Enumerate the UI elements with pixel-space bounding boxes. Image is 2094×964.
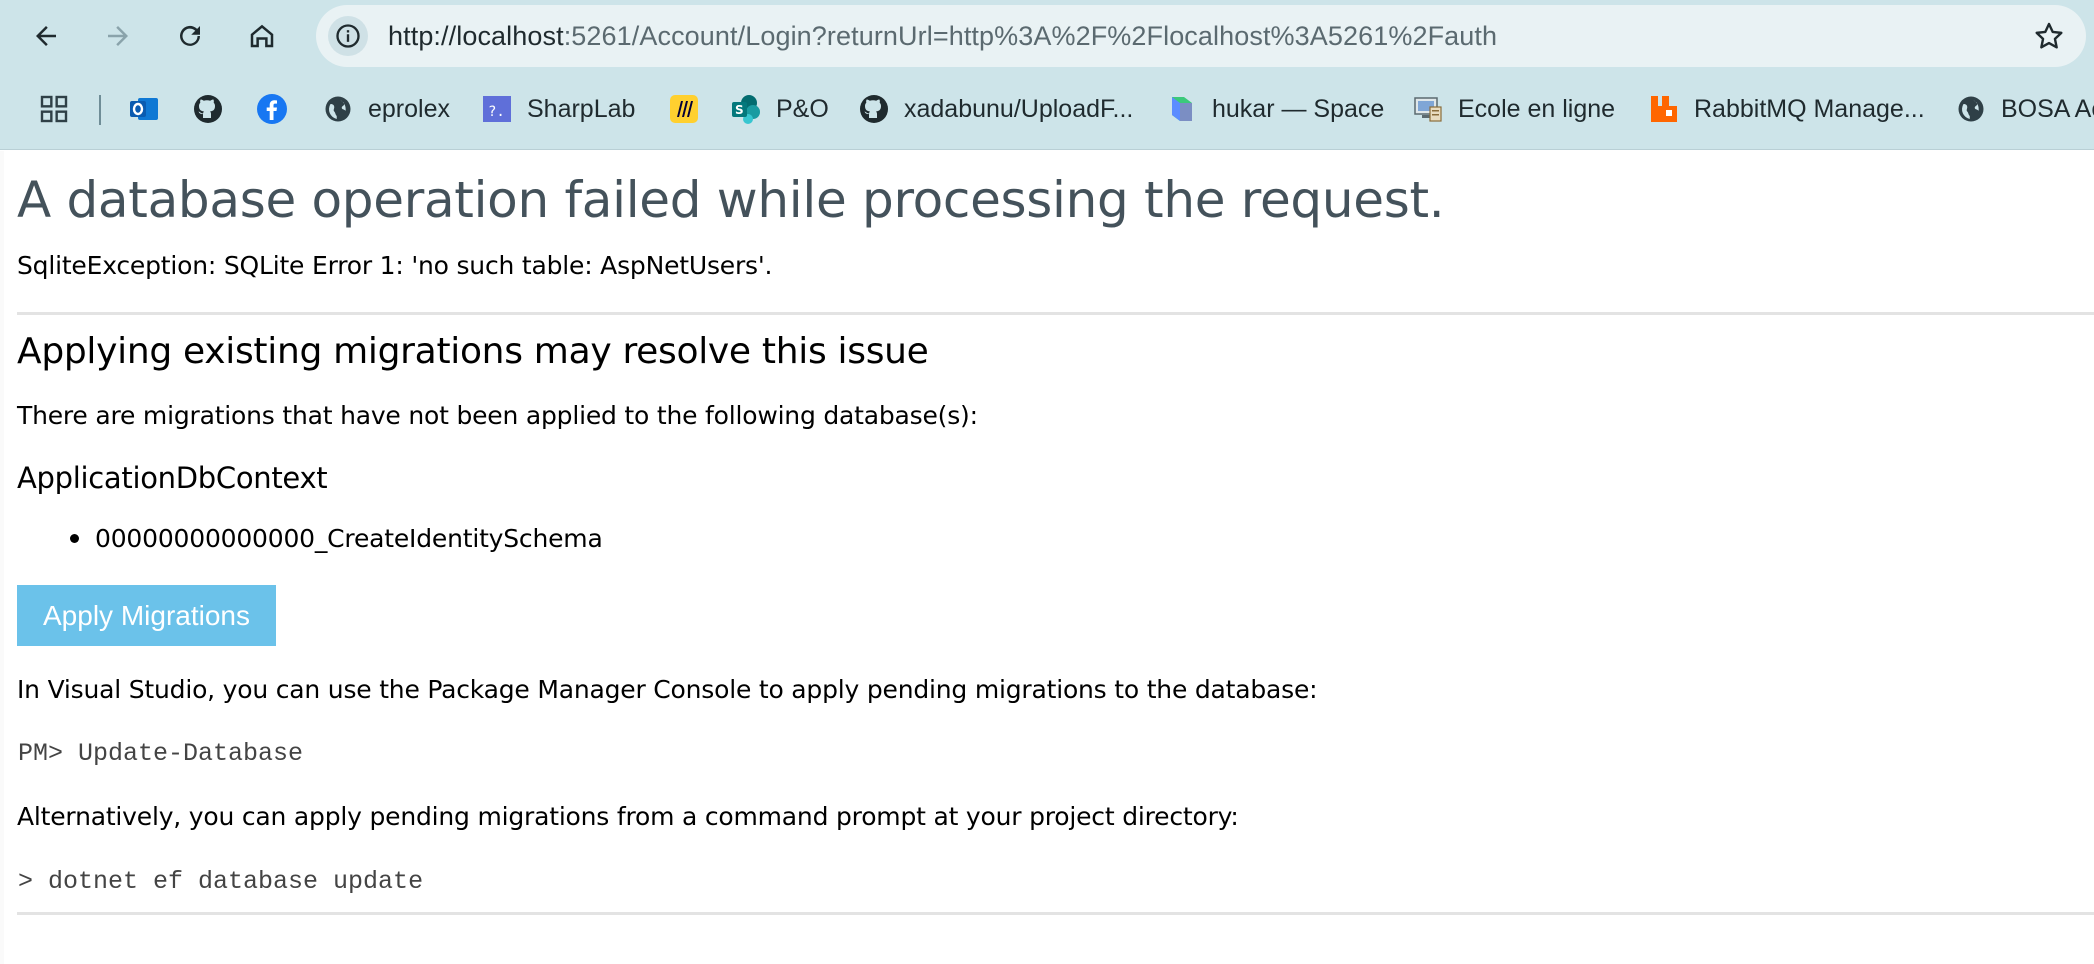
globe-icon <box>322 93 354 125</box>
bookmark-p-and-o[interactable]: S P&O <box>730 89 829 129</box>
bookmark-hukar-space[interactable]: hukar — Space <box>1166 89 1384 129</box>
sharplab-icon: ?. <box>481 93 513 125</box>
apps-grid-icon[interactable] <box>38 93 70 125</box>
list-item: 00000000000000_CreateIdentitySchema <box>70 524 603 553</box>
arrow-left-icon <box>36 26 56 46</box>
sharepoint-icon: S <box>730 93 762 125</box>
bookmark-miro[interactable] <box>668 89 714 129</box>
url-host: http://localhost <box>388 21 564 51</box>
reload-button[interactable] <box>168 14 212 58</box>
svg-text:S: S <box>735 103 744 117</box>
space-icon <box>1166 93 1198 125</box>
bookmark-facebook[interactable] <box>256 89 302 129</box>
bookmark-label: SharpLab <box>527 94 636 123</box>
url-path: :5261/Account/Login?returnUrl=http%3A%2F… <box>563 21 1498 51</box>
page-left-edge <box>0 151 4 964</box>
bookmark-ecole-en-ligne[interactable]: Ecole en ligne <box>1412 89 1615 129</box>
bookmark-label: Ecole en ligne <box>1458 94 1616 123</box>
bookmark-label: RabbitMQ Manage... <box>1694 94 1925 123</box>
github-icon <box>192 93 224 125</box>
address-bar[interactable]: http://localhost:5261/Account/Login?retu… <box>316 5 2086 67</box>
section-heading: Applying existing migrations may resolve… <box>17 331 929 372</box>
bookmark-label: hukar — Space <box>1212 94 1385 123</box>
bookmark-sharplab[interactable]: ?. SharpLab <box>481 89 635 129</box>
url-text[interactable]: http://localhost:5261/Account/Login?retu… <box>388 5 1497 67</box>
home-icon <box>250 24 274 48</box>
arrow-right-icon <box>108 26 128 46</box>
bookmark-label: P&O <box>776 94 829 123</box>
home-button[interactable] <box>240 14 284 58</box>
facebook-icon <box>256 93 288 125</box>
bookmark-github-uploadf[interactable]: xadabunu/UploadF... <box>858 89 1133 129</box>
db-context-name: ApplicationDbContext <box>17 461 328 495</box>
apply-migrations-button[interactable]: Apply Migrations <box>17 585 276 646</box>
pm-command: PM> Update-Database <box>18 739 304 768</box>
star-icon[interactable] <box>2032 19 2066 53</box>
bookmarks-separator <box>99 95 101 125</box>
site-info-button[interactable] <box>328 16 368 56</box>
globe-icon <box>1955 93 1987 125</box>
page-title: A database operation failed while proces… <box>17 171 1445 229</box>
divider <box>17 912 2094 915</box>
migrations-intro: There are migrations that have not been … <box>17 401 978 430</box>
bookmark-outlook[interactable] <box>128 89 174 129</box>
ecole-icon <box>1412 93 1444 125</box>
bookmark-bosa[interactable]: BOSA Ac <box>1955 89 2094 129</box>
bookmark-eprolex[interactable]: eprolex <box>322 89 450 129</box>
github-icon <box>858 93 890 125</box>
miro-icon <box>668 93 700 125</box>
bookmark-label: xadabunu/UploadF... <box>904 94 1134 123</box>
bookmark-label: eprolex <box>368 94 450 123</box>
svg-text:?.: ?. <box>488 104 505 120</box>
browser-toolbar: http://localhost:5261/Account/Login?retu… <box>0 0 2094 72</box>
forward-button[interactable] <box>96 14 140 58</box>
bookmark-label: BOSA Ac <box>2001 94 2094 123</box>
cli-command: > dotnet ef database update <box>18 867 424 896</box>
back-button[interactable] <box>24 14 68 58</box>
error-message: SqliteException: SQLite Error 1: 'no suc… <box>17 251 773 280</box>
page-content: A database operation failed while proces… <box>0 151 2094 964</box>
visual-studio-instructions: In Visual Studio, you can use the Packag… <box>17 675 1318 704</box>
bookmark-rabbitmq[interactable]: RabbitMQ Manage... <box>1648 89 1925 129</box>
migration-list: 00000000000000_CreateIdentitySchema <box>70 524 603 553</box>
cli-instructions: Alternatively, you can apply pending mig… <box>17 802 1239 831</box>
rabbitmq-icon <box>1648 93 1680 125</box>
bookmark-github[interactable] <box>192 89 238 129</box>
outlook-icon <box>128 93 160 125</box>
divider <box>17 312 2094 315</box>
reload-icon <box>180 25 200 46</box>
info-icon <box>336 24 360 48</box>
